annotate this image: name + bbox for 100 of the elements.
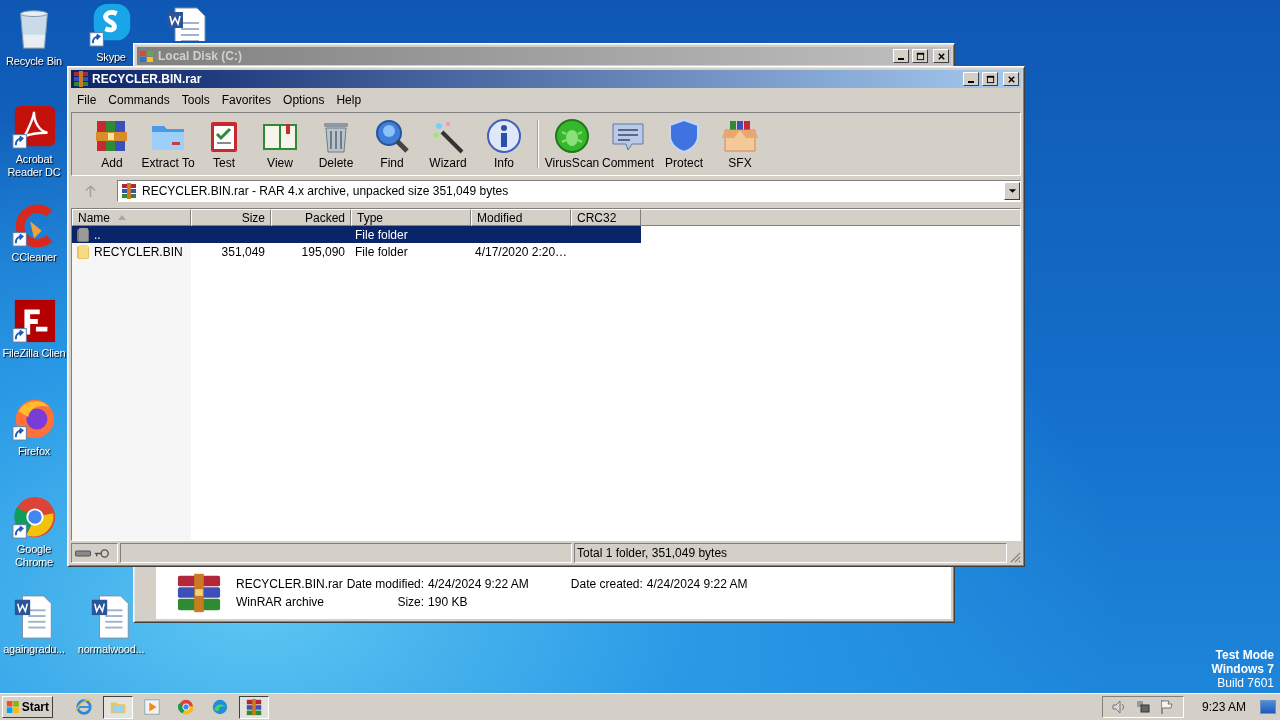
menu-item[interactable]: Commands xyxy=(102,93,176,107)
archive-books-icon xyxy=(94,118,130,154)
status-text: Total 1 folder, 351,049 bytes xyxy=(577,546,728,560)
shield-icon xyxy=(666,118,702,154)
table-cell: .. xyxy=(94,227,101,242)
system-text: Build 7601 xyxy=(1217,676,1274,690)
network-icon[interactable] xyxy=(1134,699,1151,715)
media-player-icon xyxy=(143,698,161,716)
icon-label: againgradu... xyxy=(2,643,66,656)
property-label: Date created: xyxy=(569,577,643,591)
column-header[interactable]: CRC32 xyxy=(571,209,641,226)
file-row[interactable]: RECYCLER.BIN 351,049 195,090 File folder 4/17/2020 2:20… xyxy=(72,243,641,260)
toolbar-button[interactable]: SFX xyxy=(712,118,768,170)
minimize-icon xyxy=(968,80,974,83)
table-cell: 351,049 xyxy=(221,244,265,259)
icon-label: Google Chrome xyxy=(14,543,54,569)
start-button[interactable]: Start xyxy=(2,696,53,718)
toolbar-button[interactable]: Add xyxy=(84,118,140,170)
toolbar-button[interactable]: Test xyxy=(196,118,252,170)
browser-icon[interactable] xyxy=(11,494,57,540)
file-type: WinRAR archive xyxy=(236,595,326,609)
column-header[interactable]: Type xyxy=(351,209,471,226)
browser-icon xyxy=(75,698,93,716)
file-name: RECYCLER.BIN.rar xyxy=(236,577,343,591)
column-header[interactable]: Name xyxy=(72,209,191,226)
toolbar-button[interactable]: Info xyxy=(476,118,532,170)
windows-logo-icon xyxy=(6,699,20,715)
icon-label: FileZilla Clien xyxy=(1,347,67,360)
system-text: Test Mode xyxy=(1215,648,1274,662)
property-value: 4/24/2024 9:22 AM xyxy=(428,577,529,591)
drive-icon xyxy=(75,548,91,558)
dropdown-button[interactable] xyxy=(1004,182,1020,200)
maximize-icon xyxy=(915,51,925,61)
path-field[interactable]: RECYCLER.BIN.rar - RAR 4.x archive, unpacked size 351,049 bytes xyxy=(117,180,1021,202)
menu-item[interactable]: File xyxy=(71,93,103,107)
maximize-button[interactable] xyxy=(982,72,998,86)
menu-item[interactable]: Help xyxy=(330,93,368,107)
key-icon xyxy=(94,548,110,558)
browser-icon xyxy=(211,698,229,716)
close-button[interactable] xyxy=(1003,72,1019,86)
table-cell: File folder xyxy=(355,227,408,242)
browser-icon xyxy=(177,698,195,716)
toolbar-separator xyxy=(537,120,539,168)
property-value: 190 KB xyxy=(428,595,469,609)
window-title: Local Disk (C:) xyxy=(158,49,242,63)
column-header[interactable]: Modified xyxy=(471,209,571,226)
archive-books-icon xyxy=(176,573,222,613)
table-cell: 195,090 xyxy=(301,244,345,259)
close-icon xyxy=(1006,74,1016,84)
toolbar-button[interactable]: Extract To xyxy=(140,118,196,170)
icon-label: Recycle Bin xyxy=(5,55,63,68)
toolbar-button[interactable]: View xyxy=(252,118,308,170)
window-title: RECYCLER.BIN.rar xyxy=(92,72,202,86)
toolbar-button[interactable]: Find xyxy=(364,118,420,170)
icon-label: Skype xyxy=(95,51,127,64)
toolbar-button[interactable]: Delete xyxy=(308,118,364,170)
table-cell: RECYCLER.BIN xyxy=(94,244,183,259)
toolbar-button[interactable]: Wizard xyxy=(420,118,476,170)
drive-icon xyxy=(139,48,155,64)
archive-books-icon xyxy=(121,183,137,199)
archive-books-icon xyxy=(245,698,263,716)
icon-label: CCleaner xyxy=(10,251,58,264)
taskbar-button[interactable] xyxy=(239,695,269,719)
box-icon xyxy=(722,118,758,154)
info-icon xyxy=(486,118,522,154)
property-label: Size: xyxy=(396,595,425,609)
resize-grip-icon[interactable] xyxy=(1009,551,1021,563)
icon-label: Acrobat Reader DC xyxy=(6,153,62,179)
column-header[interactable]: Packed xyxy=(271,209,351,226)
close-icon xyxy=(936,51,946,61)
menu-item[interactable]: Tools xyxy=(175,93,216,107)
table-cell: File folder xyxy=(355,244,408,259)
caret-icon xyxy=(1007,188,1017,194)
minimize-icon xyxy=(898,57,904,60)
ftp-app-icon[interactable] xyxy=(11,298,57,344)
bug-icon xyxy=(554,118,590,154)
toolbar-button[interactable]: Protect xyxy=(656,118,712,170)
flag-icon[interactable] xyxy=(1158,699,1175,715)
table-cell: 4/17/2020 2:20… xyxy=(475,244,568,259)
menu-item[interactable]: Options xyxy=(277,93,331,107)
parent-folder-icon xyxy=(76,226,90,243)
property-label: Date modified: xyxy=(346,577,425,591)
toolbar-button[interactable]: VirusScan xyxy=(544,118,600,170)
folder-icon xyxy=(76,243,90,260)
minimize-button[interactable] xyxy=(963,72,979,86)
clock[interactable]: 9:23 AM xyxy=(1201,700,1246,714)
taskbar-button[interactable] xyxy=(103,695,133,719)
icon-label: normalwood... xyxy=(76,643,146,656)
system-text: Windows 7 xyxy=(1211,662,1274,676)
toolbar-button[interactable]: Comment xyxy=(600,118,656,170)
maximize-icon xyxy=(985,74,995,84)
pdf-app-icon[interactable] xyxy=(11,104,57,150)
up-arrow-icon xyxy=(84,184,96,198)
search-icon xyxy=(374,118,410,154)
menu-item[interactable]: Favorites xyxy=(215,93,278,107)
file-row[interactable]: .. File folder xyxy=(72,226,641,243)
column-header[interactable]: Size xyxy=(191,209,271,226)
icon-label: Firefox xyxy=(16,445,52,458)
archive-books-icon xyxy=(73,71,89,87)
speaker-icon[interactable] xyxy=(1110,699,1127,715)
